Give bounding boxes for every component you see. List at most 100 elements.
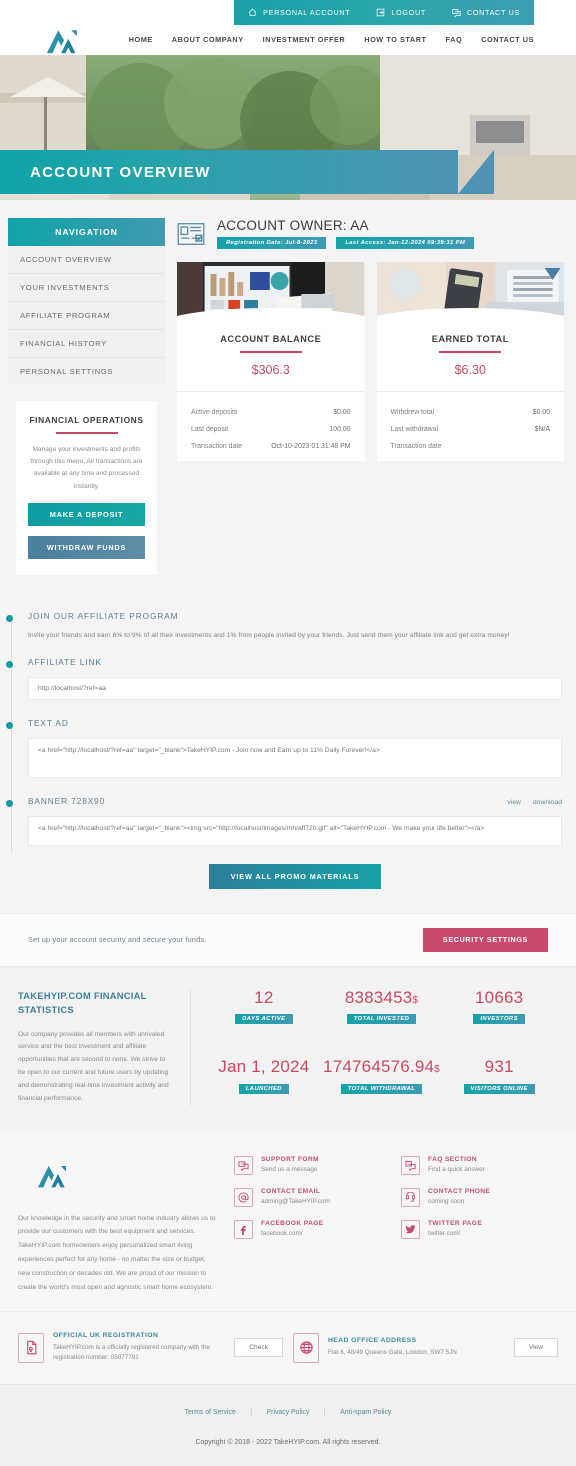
footer-contact-twitter[interactable]: TWITTER PAGE twitter.com/ [401,1219,558,1239]
contact-sub: adming@TakeHYIP.com [261,1197,330,1205]
nav-investment-offer[interactable]: INVESTMENT OFFER [263,35,346,44]
contact-title: CONTACT PHONE [428,1187,491,1195]
sidebar-item-account-overview[interactable]: ACCOUNT OVERVIEW [8,246,165,274]
statistics-description: Our company provides all members with un… [18,1030,169,1102]
make-deposit-button[interactable]: MAKE A DEPOSIT [28,502,145,526]
footer-logo[interactable] [34,1162,74,1190]
footer-contact-phone[interactable]: CONTACT PHONE coming soon [401,1187,558,1207]
banner-view-link[interactable]: view [507,799,521,806]
nav-how-to-start[interactable]: HOW TO START [364,35,426,44]
sidebar-item-personal-settings[interactable]: PERSONAL SETTINGS [8,358,165,385]
financial-operations-text: Manage your investments and profits thro… [30,446,143,490]
dashboard: NAVIGATION ACCOUNT OVERVIEW YOUR INVESTM… [0,200,576,597]
sidebar-item-affiliate-program[interactable]: AFFILIATE PROGRAM [8,302,165,330]
nav-about-company[interactable]: ABOUT COMPANY [172,35,244,44]
uk-registration-box: OFFICIAL UK REGISTRATION TakeHYIP.com is… [18,1318,283,1364]
affiliate-program-description: Invite your friends and earn 6% to 9% of… [28,631,510,639]
stat-label: LAUNCHED [238,1083,289,1094]
detail-row: Withdrew total $0.00 [391,404,551,421]
view-address-button[interactable]: View [513,1338,558,1358]
summary-cards: ACCOUNT BALANCE $306.3 Active deposits $… [177,262,564,461]
anti-spam-policy-link[interactable]: Anti-spam Policy [340,1409,391,1416]
sidebar: NAVIGATION ACCOUNT OVERVIEW YOUR INVESTM… [8,218,165,575]
detail-value: 100.00 [329,426,351,433]
bullet-dot-icon [6,799,13,807]
affiliate-section: JOIN OUR AFFILIATE PROGRAM Invite your f… [0,596,576,913]
detail-label: Last deposit [191,426,229,433]
sidebar-item-your-investments[interactable]: YOUR INVESTMENTS [8,274,165,302]
footer-contacts: SUPPORT FORM Send us a message ? FAQ SEC… [234,1154,558,1295]
nav-contact-us[interactable]: CONTACT US [481,35,534,44]
card-amount: $6.30 [454,363,486,377]
account-badges: Registration Date: Jul-8-2023 Last Acces… [217,237,475,249]
card-photo [177,262,365,322]
detail-label: Transaction date [390,443,442,450]
stat-number: 8383453 [344,987,413,1007]
card-details: Active deposits $0.00 Last deposit 100.0… [177,391,365,461]
top-nav-personal-account[interactable]: PERSONAL ACCOUNT [248,8,350,17]
stat-suffix: $ [434,1064,440,1076]
main-nav: HOME ABOUT COMPANY INVESTMENT OFFER HOW … [129,35,534,44]
nav-faq[interactable]: FAQ [446,35,463,44]
banner-code-textarea[interactable] [28,815,562,846]
top-nav-logout[interactable]: LOGOUT [376,8,426,17]
top-nav-label: LOGOUT [391,8,426,17]
sidebar-item-financial-history[interactable]: FINANCIAL HISTORY [8,330,165,358]
card-details: Withdrew total $0.00 Last withdrawal $N/… [376,391,564,461]
nav-home[interactable]: HOME [129,35,153,44]
top-bar: PERSONAL ACCOUNT LOGOUT CONTACT US [0,0,576,25]
footer-contact-facebook[interactable]: FACEBOOK PAGE facebook.com/ [234,1219,391,1239]
detail-row: Last withdrawal $N/A [391,421,551,438]
stat-days-active: 12 DAYS ACTIVE [205,988,323,1036]
text-ad-block: TEXT AD [6,718,562,778]
separator: | [250,1409,253,1417]
bullet-dot-icon [6,660,13,668]
terms-of-service-link[interactable]: Terms of Service [185,1409,236,1416]
card-body: ACCOUNT BALANCE $306.3 [177,322,365,391]
banner-download-link[interactable]: download [533,799,562,806]
footer-about-text: Our knowledge in the security and smart … [18,1214,216,1291]
timeline-line [11,614,12,853]
registration-title: OFFICIAL UK REGISTRATION [53,1331,159,1339]
affiliate-link-block: AFFILIATE LINK [6,657,562,700]
chat-icon [452,8,461,17]
stat-number: 10663 [475,987,524,1007]
stat-investors: 10663 INVESTORS [440,987,558,1036]
stat-value: 10663 [440,987,558,1008]
stat-label: INVESTORS [473,1014,525,1025]
affiliate-program-block: JOIN OUR AFFILIATE PROGRAM Invite your f… [6,611,562,639]
stat-value: Jan 1, 2024 [205,1057,323,1077]
financial-operations-title: FINANCIAL OPERATIONS [29,415,144,425]
detail-row: Transaction date [391,438,551,455]
stat-value: 174764576.94$ [323,1057,441,1077]
view-all-promo-materials-button[interactable]: VIEW ALL PROMO MATERIALS [208,863,382,889]
globe-icon [293,1332,319,1363]
divider [55,432,118,434]
contact-sub: Find a quick answer [428,1165,485,1173]
detail-label: Withdrew total [390,409,435,416]
privacy-policy-link[interactable]: Privacy Policy [267,1409,310,1416]
footer-contact-support-form[interactable]: SUPPORT FORM Send us a message [234,1155,391,1175]
phone-icon [401,1187,420,1207]
contact-sub: facebook.com/ [261,1229,303,1237]
security-text: Set up your account security and secure … [28,935,207,945]
contact-title: FAQ SECTION [428,1155,478,1163]
stat-value: 8383453$ [323,987,441,1008]
security-settings-button[interactable]: SECURITY SETTINGS [422,927,548,952]
banner-header: BANNER 728X90 view download [28,796,562,806]
check-registration-button[interactable]: Check [234,1338,283,1358]
top-nav-contact-us[interactable]: CONTACT US [452,8,520,17]
banner-block: BANNER 728X90 view download [6,796,562,846]
withdraw-funds-button[interactable]: WITHDRAW FUNDS [28,535,145,559]
card-title: EARNED TOTAL [431,334,509,344]
footer-contact-faq-section[interactable]: ? FAQ SECTION Find a quick answer [401,1155,558,1175]
affiliate-link-input[interactable] [28,676,562,700]
text-ad-textarea[interactable] [28,737,562,778]
address-title: HEAD OFFICE ADDRESS [328,1337,417,1345]
site-logo[interactable] [42,26,86,56]
stat-label: VISITORS ONLINE [463,1083,535,1094]
stat-number: 931 [484,1057,514,1077]
divider [239,351,302,353]
stat-visitors-online: 931 VISITORS ONLINE [440,1057,558,1105]
footer-contact-email[interactable]: CONTACT EMAIL adming@TakeHYIP.com [234,1187,391,1207]
